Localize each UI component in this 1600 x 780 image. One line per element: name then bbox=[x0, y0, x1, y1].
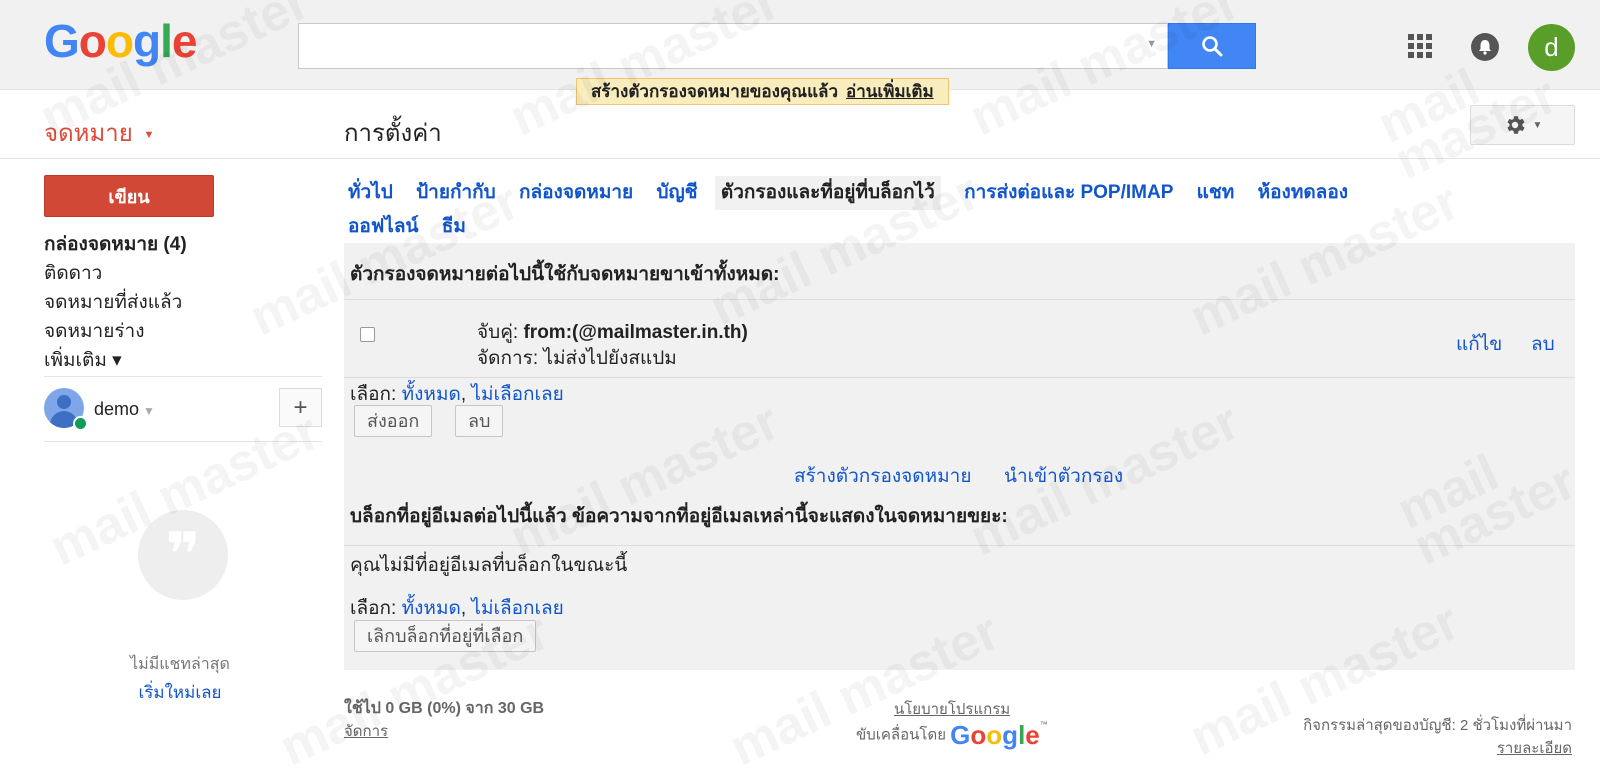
notice-text: สร้างตัวกรองจดหมายของคุณแล้ว bbox=[591, 82, 838, 101]
sidebar-item-sent[interactable]: จดหมายที่ส่งแล้ว bbox=[44, 288, 324, 317]
unblock-selected-button[interactable]: เลิกบล็อกที่อยู่ที่เลือก bbox=[354, 620, 537, 652]
no-recent-chats-text: ไม่มีแชทล่าสุด bbox=[130, 656, 230, 673]
program-policy-link[interactable]: นโยบายโปรแกรม bbox=[894, 697, 1010, 721]
start-new-chat-link[interactable]: เริ่มใหม่เลย bbox=[60, 679, 300, 706]
search-options-chevron-icon[interactable]: ▼ bbox=[1146, 38, 1157, 50]
sidebar-divider bbox=[44, 441, 322, 442]
gear-icon bbox=[1506, 116, 1525, 134]
hangouts-quote-icon: ❞ bbox=[138, 510, 228, 600]
mail-menu-button[interactable]: จดหมาย ▼ bbox=[44, 113, 154, 152]
account-avatar[interactable]: d bbox=[1528, 24, 1575, 71]
filters-settings-panel: ตัวกรองจดหมายต่อไปนี้ใช้กับจดหมายขาเข้าท… bbox=[344, 243, 1575, 670]
logo-letter: e bbox=[171, 15, 198, 67]
select-label: เลือก: bbox=[350, 598, 397, 619]
logo-letter: g bbox=[133, 15, 161, 67]
tab-inbox[interactable]: กล่องจดหมาย bbox=[519, 176, 633, 210]
divider bbox=[344, 377, 1575, 378]
tab-forwarding-pop-imap[interactable]: การส่งต่อและ POP/IMAP bbox=[964, 176, 1173, 210]
sidebar-item-starred[interactable]: ติดดาว bbox=[44, 259, 324, 288]
logo-letter: l bbox=[160, 15, 173, 67]
storage-usage: ใช้ไป 0 GB (0%) จาก 30 GB bbox=[344, 700, 545, 717]
edit-filter-link[interactable]: แก้ไข bbox=[1456, 329, 1502, 359]
settings-tabs: ทั่วไป ป้ายกำกับ กล่องจดหมาย บัญชี ตัวกร… bbox=[348, 176, 1578, 244]
manage-storage-link[interactable]: จัดการ bbox=[344, 719, 388, 743]
tab-labels[interactable]: ป้ายกำกับ bbox=[416, 176, 496, 210]
sidebar-item-drafts[interactable]: จดหมายร่าง bbox=[44, 317, 324, 346]
select-all-link[interactable]: ทั้งหมด bbox=[402, 598, 461, 619]
read-more-link[interactable]: อ่านเพิ่มเติม bbox=[846, 82, 934, 101]
import-filters-link[interactable]: นำเข้าตัวกรอง bbox=[1004, 461, 1123, 491]
select-none-link[interactable]: ไม่เลือกเลย bbox=[471, 384, 563, 405]
search-input[interactable]: ▼ bbox=[298, 23, 1168, 69]
logo-letter: o bbox=[78, 15, 107, 67]
top-header: Google ▼ d bbox=[0, 0, 1600, 90]
hangouts-user-menu[interactable]: demo ▼ bbox=[94, 399, 155, 420]
search-icon bbox=[1202, 36, 1223, 57]
gear-caret-icon: ▼ bbox=[1532, 119, 1543, 131]
logo-letter: o bbox=[105, 15, 134, 67]
select-none-link[interactable]: ไม่เลือกเลย bbox=[471, 598, 563, 619]
powered-by-google: ขับเคลื่อนโดย Google™ bbox=[856, 720, 1048, 750]
blocked-select-line: เลือก: ทั้งหมด, ไม่เลือกเลย bbox=[350, 598, 564, 619]
apps-grid-icon[interactable] bbox=[1408, 34, 1432, 58]
tab-filters-blocked[interactable]: ตัวกรองและที่อยู่ที่บล็อกไว้ bbox=[714, 176, 941, 210]
sidebar-nav: กล่องจดหมาย (4) ติดดาว จดหมายที่ส่งแล้ว … bbox=[44, 230, 324, 375]
new-conversation-button[interactable]: + bbox=[279, 388, 322, 427]
select-label: เลือก: bbox=[350, 384, 397, 405]
notifications-bell-icon[interactable] bbox=[1471, 33, 1499, 61]
activity-details-link[interactable]: รายละเอียด bbox=[1497, 736, 1572, 760]
search-button[interactable] bbox=[1168, 23, 1256, 69]
mail-label: จดหมาย bbox=[44, 120, 133, 147]
sidebar-item-more[interactable]: เพิ่มเติม ▾ bbox=[44, 346, 324, 375]
last-account-activity: กิจกรรมล่าสุดของบัญชี: 2 ชั่วโมงที่ผ่านม… bbox=[1303, 717, 1572, 734]
filter-action-value: ไม่ส่งไปยังสแปม bbox=[543, 348, 677, 369]
filter-match-label: จับคู่: bbox=[477, 322, 519, 343]
filter-match-value: from:(@mailmaster.in.th) bbox=[523, 322, 748, 343]
filter-action: จัดการ: ไม่ส่งไปยังสแปม bbox=[477, 343, 677, 373]
compose-button[interactable]: เขียน bbox=[44, 175, 214, 217]
settings-gear-button[interactable]: ▼ bbox=[1470, 105, 1575, 145]
tab-labs[interactable]: ห้องทดลอง bbox=[1258, 176, 1348, 210]
user-caret-icon: ▼ bbox=[143, 404, 155, 418]
tab-general[interactable]: ทั่วไป bbox=[348, 176, 393, 210]
delete-selected-button[interactable]: ลบ bbox=[455, 405, 504, 437]
google-footer-logo: Google bbox=[950, 720, 1040, 750]
delete-filter-link[interactable]: ลบ bbox=[1531, 329, 1555, 359]
divider bbox=[344, 299, 1575, 300]
online-status-icon bbox=[73, 416, 88, 431]
no-blocked-addresses-text: คุณไม่มีที่อยู่อีเมลที่บล็อกในขณะนี้ bbox=[350, 555, 628, 576]
hangouts-user-row: demo ▼ + bbox=[44, 386, 322, 440]
filter-checkbox[interactable] bbox=[360, 327, 375, 342]
tab-themes[interactable]: ธีม bbox=[442, 210, 466, 244]
logo-letter: G bbox=[44, 15, 80, 67]
user-name: demo bbox=[94, 399, 140, 419]
tab-offline[interactable]: ออฟไลน์ bbox=[348, 210, 418, 244]
page-title: การตั้งค่า bbox=[344, 120, 442, 147]
filter-created-notice: สร้างตัวกรองจดหมายของคุณแล้ว อ่านเพิ่มเติ… bbox=[576, 78, 949, 105]
export-button[interactable]: ส่งออก bbox=[354, 405, 433, 437]
divider bbox=[344, 545, 1575, 546]
powered-by-text: ขับเคลื่อนโดย bbox=[856, 726, 946, 744]
select-all-link[interactable]: ทั้งหมด bbox=[402, 384, 461, 405]
filters-heading: ตัวกรองจดหมายต่อไปนี้ใช้กับจดหมายขาเข้าท… bbox=[350, 264, 780, 285]
tab-chat[interactable]: แชท bbox=[1197, 176, 1235, 210]
create-filter-link[interactable]: สร้างตัวกรองจดหมาย bbox=[794, 461, 971, 491]
sidebar-item-inbox[interactable]: กล่องจดหมาย (4) bbox=[44, 230, 324, 259]
blocked-addresses-heading: บล็อกที่อยู่อีเมลต่อไปนี้แล้ว ข้อความจาก… bbox=[350, 506, 1008, 527]
filter-row: จับคู่: from:(@mailmaster.in.th) จัดการ:… bbox=[344, 301, 1575, 377]
mail-caret-icon: ▼ bbox=[143, 128, 155, 141]
sidebar-divider bbox=[44, 376, 322, 377]
tab-accounts[interactable]: บัญชี bbox=[656, 176, 697, 210]
filter-action-label: จัดการ: bbox=[477, 348, 539, 369]
google-logo[interactable]: Google bbox=[44, 14, 198, 68]
